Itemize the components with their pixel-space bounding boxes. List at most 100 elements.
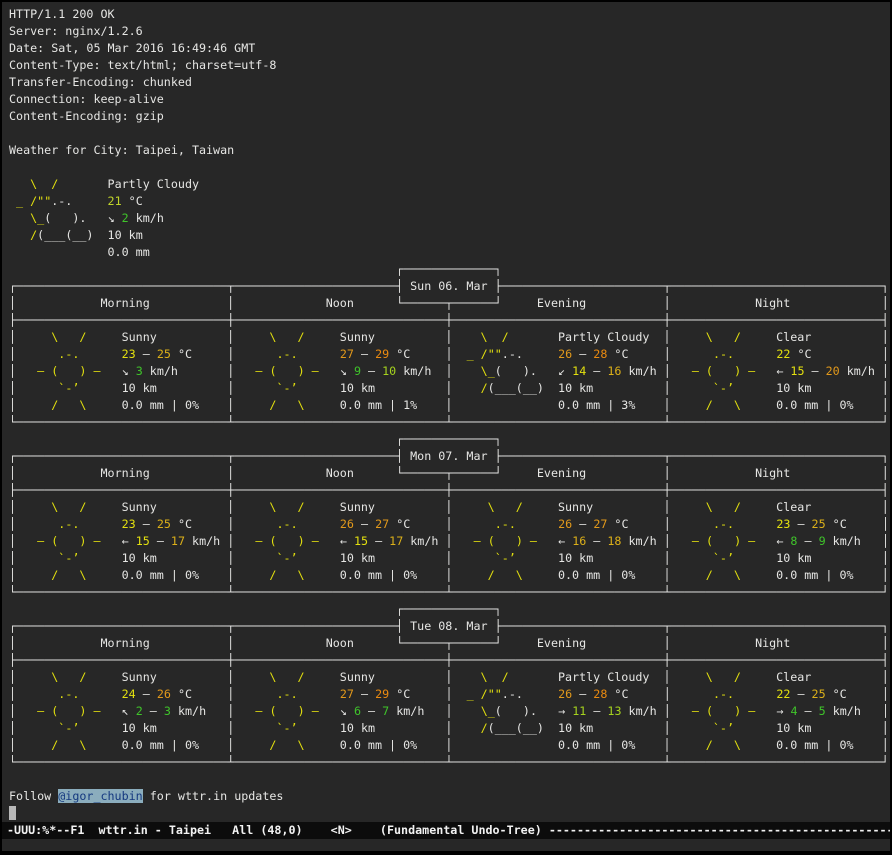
text-segment: 0.0 mm | 0% (776, 398, 853, 412)
text-segment (86, 398, 121, 412)
text-segment: / (481, 721, 488, 735)
twitter-handle-link[interactable]: @igor_chubin (58, 789, 142, 803)
text-segment (734, 687, 776, 701)
text-segment: Night (755, 296, 790, 310)
text-segment (234, 534, 255, 548)
text-segment (811, 330, 881, 344)
text-segment: └ (9, 415, 16, 429)
text-segment (9, 211, 30, 225)
modeline-text: -UUU:%*--F1 wttr.in - Taipei All (48,0) … (7, 823, 549, 837)
http-headers-line: Date: Sat, 05 Mar 2016 16:49:46 GMT (9, 40, 890, 57)
text-segment: ┐ (882, 279, 889, 293)
text-segment: │ (882, 330, 889, 344)
text-segment (410, 517, 445, 531)
emacs-minibuffer[interactable] (9, 839, 890, 851)
text-segment (523, 568, 558, 582)
text-segment (305, 330, 340, 344)
text-segment (452, 398, 558, 412)
text-segment: .-. (713, 687, 734, 701)
forecast-mon-07-mar-line: │ Morning │ Noon └──────┬──────┘ Evening… (9, 465, 890, 482)
text-segment: `-’ (495, 551, 516, 565)
text-segment: ┘ (882, 585, 889, 599)
text-segment: Evening (537, 466, 586, 480)
text-segment: Sunny (122, 330, 157, 344)
text-segment: ┴ (663, 755, 670, 769)
text-segment (16, 568, 51, 582)
text-segment: km/h (389, 704, 424, 718)
text-segment (453, 364, 481, 378)
text-segment: 10 km (558, 381, 593, 395)
text-segment: / \ (269, 398, 304, 412)
text-segment (305, 670, 340, 684)
text-segment: │ (446, 704, 453, 718)
text-segment (86, 211, 107, 225)
text-segment (234, 296, 325, 310)
text-segment: 0.0 mm | 0% (340, 738, 417, 752)
text-segment: Transfer-Encoding: chunked (9, 75, 192, 89)
text-segment (86, 330, 121, 344)
text-segment: ────────────────────────────── (671, 449, 882, 463)
text-segment (305, 398, 340, 412)
text-segment: 26 (340, 517, 354, 531)
text-segment: HTTP/1.1 200 OK (9, 7, 115, 21)
text-segment: ├ (9, 653, 16, 667)
text-segment (847, 687, 882, 701)
text-segment (9, 194, 16, 208)
text-segment (755, 704, 776, 718)
text-segment (16, 687, 58, 701)
text-segment (234, 738, 269, 752)
text-segment: ────────────────────────────── (16, 585, 227, 599)
text-segment: ← (776, 364, 790, 378)
text-segment: Tue 08. Mar (410, 619, 487, 633)
text-segment (811, 381, 881, 395)
text-segment: ( ). (495, 704, 537, 718)
text-segment: ────── (452, 466, 494, 480)
text-segment: ― ( ) ― (37, 364, 100, 378)
text-segment: │ (445, 364, 452, 378)
text-segment: Clear (776, 500, 811, 514)
text-segment: ├ (9, 313, 16, 327)
text-segment (16, 670, 51, 684)
text-segment: ────────────────────────────── (671, 585, 882, 599)
text-segment: ↘ (340, 704, 354, 718)
text-segment: 10 km (776, 551, 811, 565)
text-segment (671, 670, 706, 684)
text-segment (234, 721, 276, 735)
text-segment (9, 177, 30, 191)
text-segment: .-. (495, 517, 516, 531)
text-segment: km/h (621, 534, 656, 548)
text-segment (86, 568, 121, 582)
text-segment: – (797, 534, 818, 548)
text-segment (79, 347, 121, 361)
text-segment: │ (664, 364, 671, 378)
text-segment (234, 670, 269, 684)
text-segment: │ (9, 347, 16, 361)
text-segment: 27 (593, 517, 607, 531)
text-segment: 23 (776, 517, 790, 531)
text-segment: 0.0 mm | 0% (558, 738, 635, 752)
text-segment: Morning (101, 466, 150, 480)
text-segment: │ (882, 466, 889, 480)
text-segment (319, 704, 340, 718)
text-segment (452, 330, 480, 344)
text-segment: │ (882, 296, 889, 310)
text-segment (452, 551, 494, 565)
text-segment: `-’ (276, 551, 297, 565)
text-segment: \_ (481, 364, 495, 378)
text-segment: ────────────────────────────── (234, 585, 445, 599)
forecast-tue-08-mar-line: │ / \ 0.0 mm | 0% │ / \ 0.0 mm | 0% │ 0.… (9, 737, 890, 754)
text-segment: │ (445, 517, 452, 531)
text-segment: ┤ (882, 653, 889, 667)
forecast-mon-07-mar-line: │ ― ( ) ― ← 15 – 17 km/h │ ― ( ) ― ← 15 … (9, 533, 890, 550)
text-segment: ┤ (396, 619, 410, 633)
text-segment: Sun 06. Mar (410, 279, 487, 293)
text-segment (157, 721, 227, 735)
forecast-mon-07-mar-line: │ \ / Sunny │ \ / Sunny │ \ / Sunny │ \ … (9, 499, 890, 516)
text-segment: Sunny (558, 500, 593, 514)
text-segment (234, 347, 276, 361)
text-segment: 0.0 mm | 1% (340, 398, 417, 412)
forecast-tue-08-mar-line: │ \ / Sunny │ \ / Sunny │ \ / Partly Clo… (9, 669, 890, 686)
text-segment: ────────────────────────────── (16, 449, 227, 463)
text-segment: │ (664, 517, 671, 531)
text-segment: °C (607, 347, 628, 361)
